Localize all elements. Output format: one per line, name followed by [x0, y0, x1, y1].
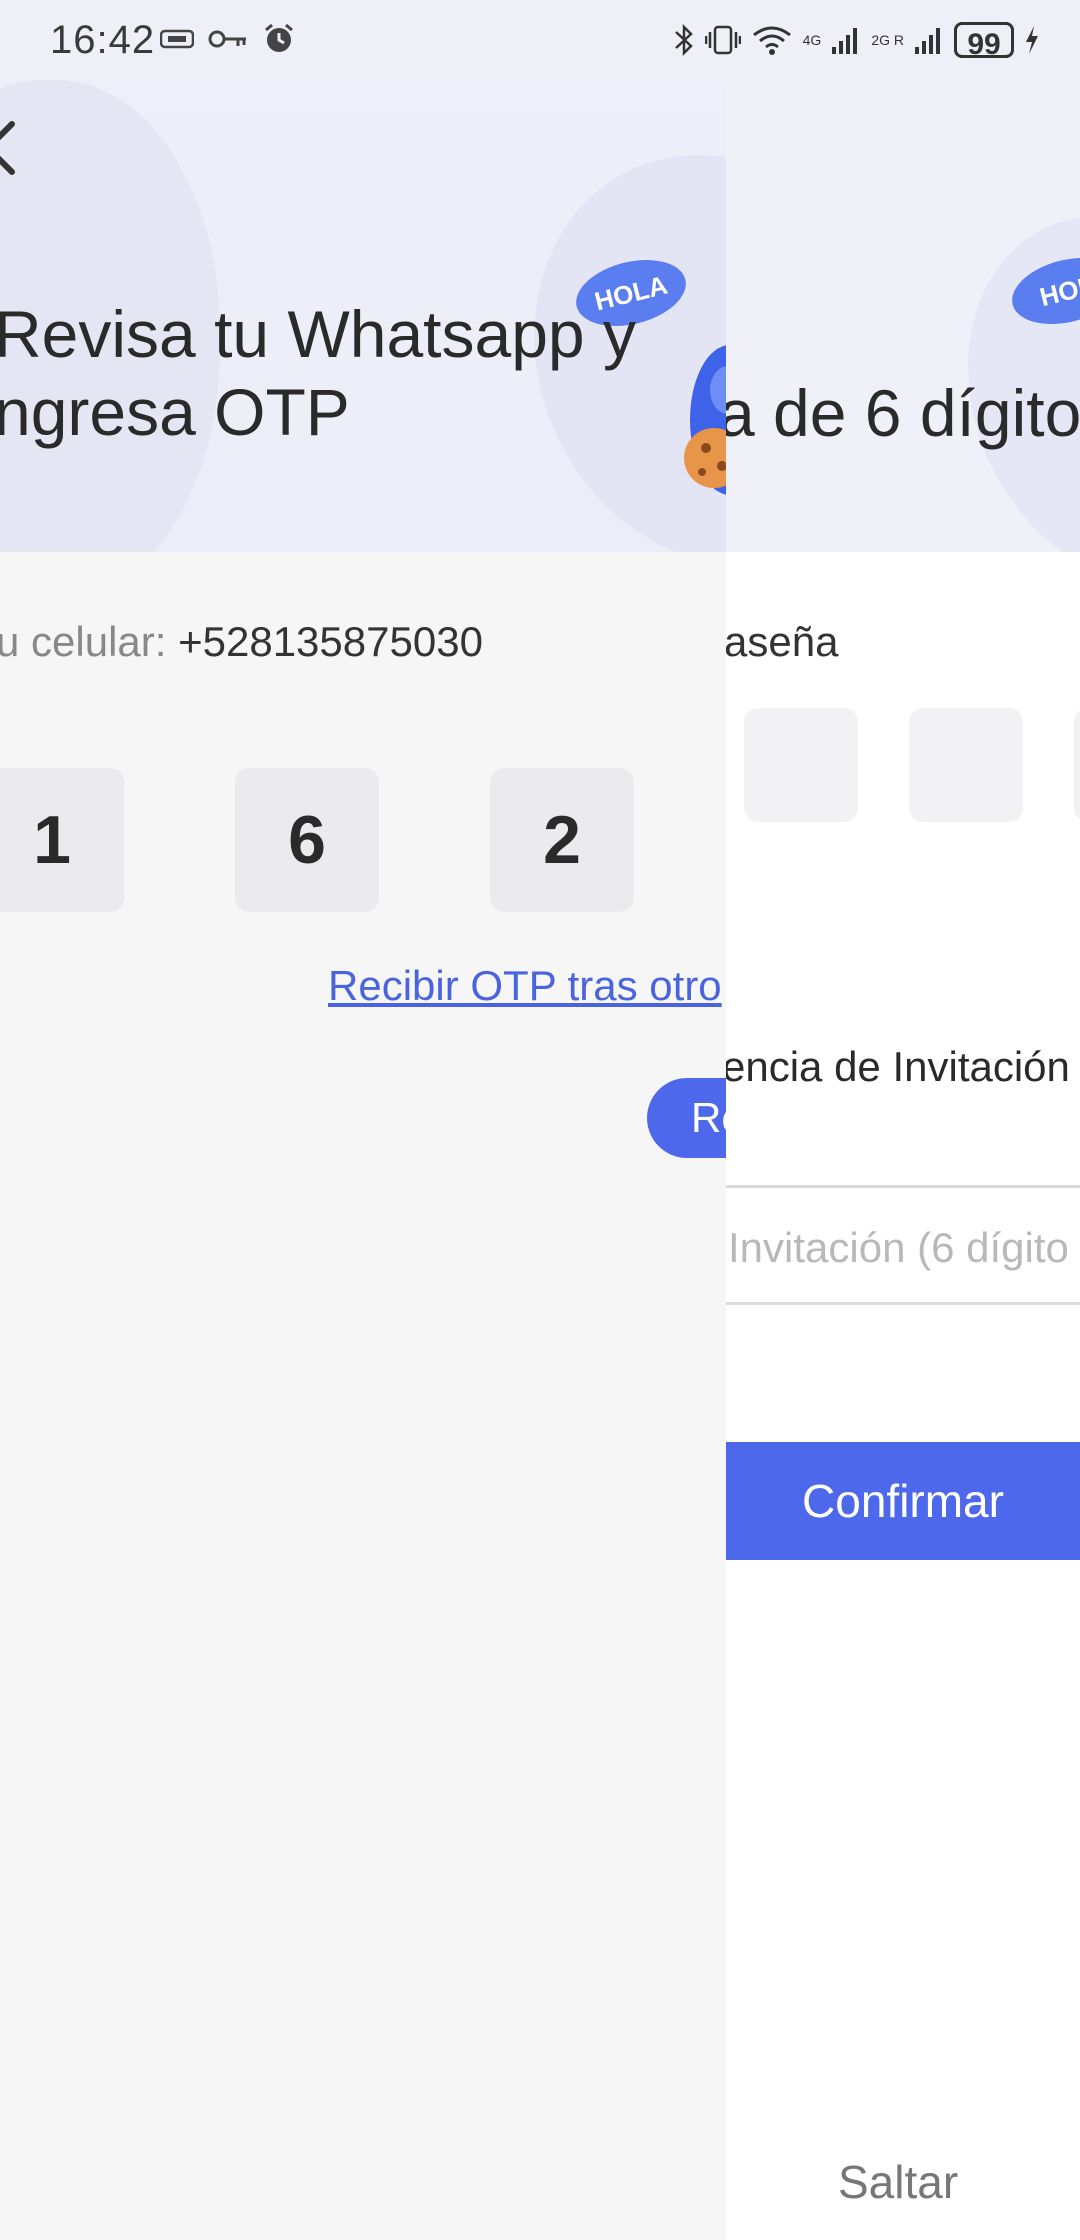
mascot-icon: [684, 345, 726, 495]
otp-title-line1: Revisa tu Whatsapp y: [0, 297, 636, 371]
signal-1: 4G: [803, 20, 822, 60]
vibrate-icon: [704, 25, 741, 55]
status-right-icons: 4G 2G R 99: [673, 20, 1040, 61]
alarm-icon: [265, 23, 293, 52]
phone-number: +528135875030: [178, 618, 483, 665]
otp-header: HOLA Revisa tu Whatsapp y ngresa OTP: [0, 0, 726, 552]
signal-icon-2: [915, 28, 940, 54]
battery-icon: 99: [954, 22, 1014, 61]
confirm-button[interactable]: Confirmar: [726, 1442, 1080, 1560]
status-bar: 16:42 4G 2G R 99: [0, 0, 1080, 80]
resend-button[interactable]: Re: [647, 1078, 726, 1158]
phone-line: u celular: +528135875030: [0, 618, 483, 666]
password-screen: HOL a de 6 dígito aseña encia de Invitac…: [726, 0, 1080, 2240]
otp-digit-box[interactable]: 6: [235, 768, 379, 912]
confirm-button-label: Confirmar: [802, 1475, 1004, 1527]
otp-digit-box[interactable]: 2: [490, 768, 634, 912]
network-type-left: 4G: [802, 32, 822, 48]
skip-link[interactable]: Saltar: [838, 2155, 958, 2209]
password-digit-box[interactable]: [909, 708, 1023, 822]
invite-code-input[interactable]: [726, 1188, 1080, 1308]
charging-icon: [1026, 26, 1038, 54]
header-decoration: [909, 164, 1080, 552]
password-label: aseña: [726, 618, 839, 665]
network-type-right: 2G R: [871, 32, 904, 48]
signal-icon: [832, 28, 858, 54]
hd-icon: [160, 29, 194, 49]
otp-title-line2: ngresa OTP: [0, 375, 350, 449]
otp-title: Revisa tu Whatsapp y ngresa OTP: [0, 295, 636, 451]
status-time: 16:42: [50, 18, 156, 62]
status-left-icons: [160, 22, 296, 56]
divider: [726, 1302, 1080, 1305]
otp-screen: HOLA Revisa tu Whatsapp y ngresa OTP u c…: [0, 0, 726, 2240]
password-digit-box[interactable]: [744, 708, 858, 822]
password-digit-box[interactable]: [1074, 708, 1080, 822]
back-icon[interactable]: [0, 118, 26, 178]
invite-label: encia de Invitación: [726, 1043, 1070, 1090]
phone-label: u celular:: [0, 618, 167, 665]
wifi-icon: [752, 26, 791, 55]
password-header: HOL: [726, 80, 1080, 552]
password-title: a de 6 dígito: [726, 376, 1080, 450]
bluetooth-icon: [674, 23, 693, 57]
key-icon: [208, 30, 246, 48]
signal-2: 2G R: [871, 20, 904, 60]
otp-digit-box[interactable]: 1: [0, 768, 124, 912]
resend-otp-link[interactable]: Recibir OTP tras otro: [328, 962, 722, 1010]
